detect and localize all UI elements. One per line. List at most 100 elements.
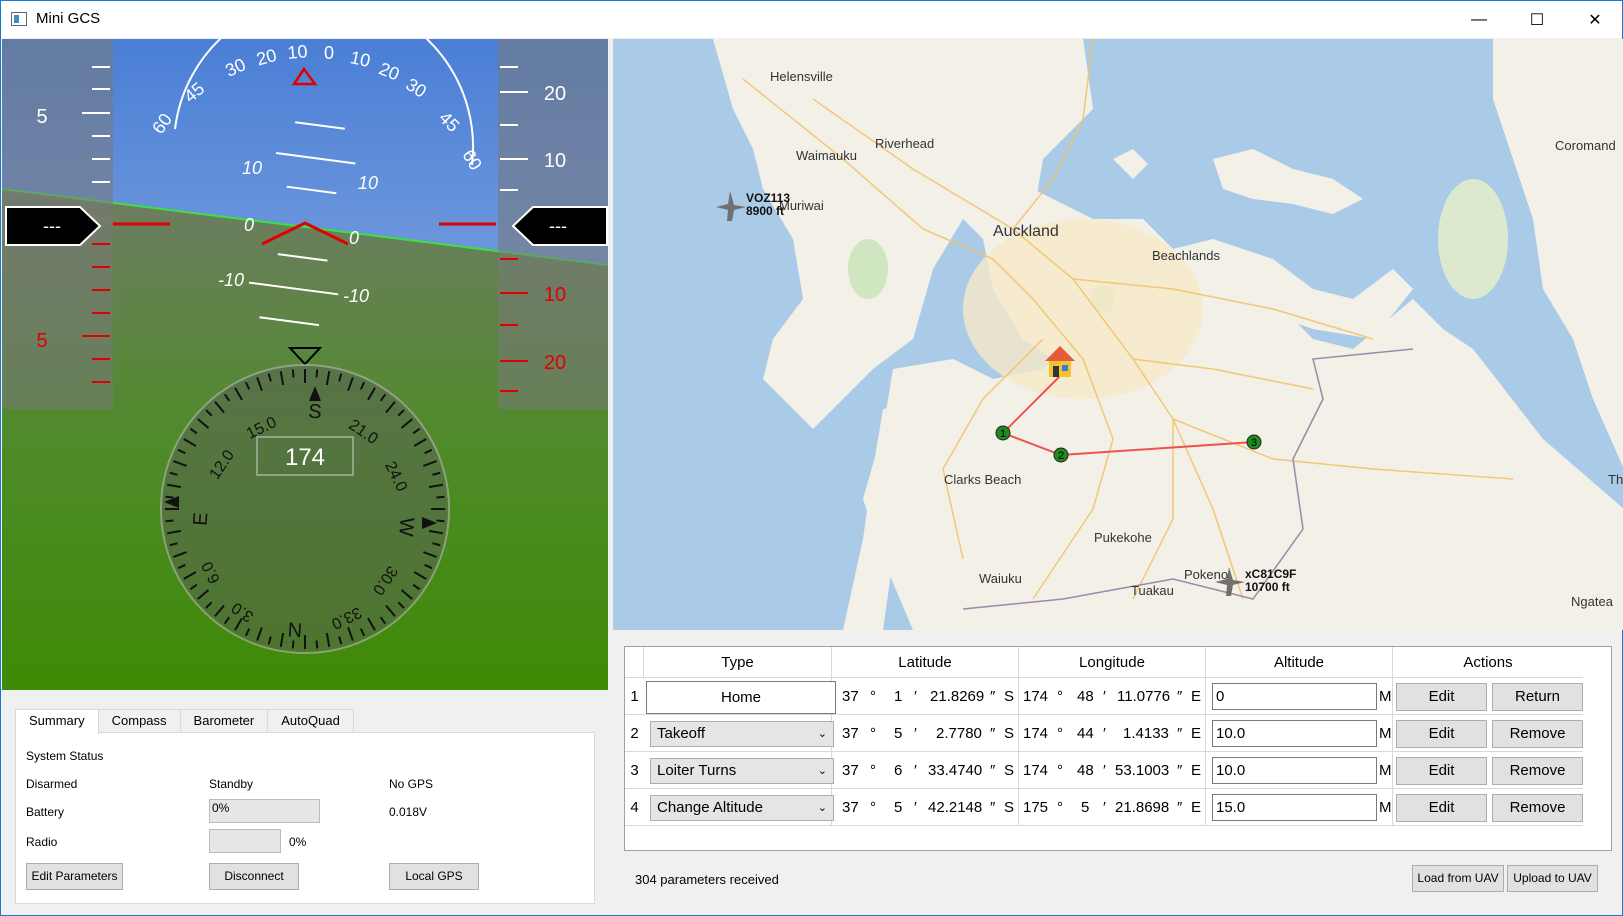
sec-symbol: ″ xyxy=(1177,688,1183,705)
remove-button[interactable]: Remove xyxy=(1492,720,1583,748)
type-dropdown[interactable]: Loiter Turns ⌄ xyxy=(650,758,834,784)
lat-hemisphere[interactable]: S xyxy=(1004,752,1014,789)
actions-cell: Edit Remove xyxy=(1393,789,1583,826)
load-from-uav-button[interactable]: Load from UAV xyxy=(1412,865,1504,892)
remove-button[interactable]: Remove xyxy=(1492,794,1583,822)
min-symbol: ′ xyxy=(1103,725,1106,742)
mission-table: Type Latitude Longitude Altitude Actions… xyxy=(624,646,1612,851)
type-value: Takeoff xyxy=(657,725,706,742)
altitude-input[interactable]: 10.0 xyxy=(1212,757,1377,784)
tab-compass[interactable]: Compass xyxy=(97,709,181,733)
edit-button[interactable]: Edit xyxy=(1396,720,1487,748)
altitude-input[interactable]: 0 xyxy=(1212,683,1377,710)
place-tha: Tha xyxy=(1608,472,1623,487)
lon-degrees[interactable]: 174 xyxy=(1023,752,1048,789)
compass-tick xyxy=(291,369,295,378)
lon-hemisphere[interactable]: E xyxy=(1191,789,1201,826)
left-readout-value: --- xyxy=(43,216,61,236)
lon-minutes[interactable]: 48 xyxy=(1077,678,1094,715)
map-view[interactable]: Helensville Riverhead Waimauku Muriwai A… xyxy=(613,39,1623,630)
row-number: 1 xyxy=(625,678,644,715)
min-symbol: ′ xyxy=(1103,762,1106,779)
lat-hemisphere[interactable]: S xyxy=(1004,678,1014,715)
type-cell: Change Altitude ⌄ xyxy=(644,789,834,826)
altitude-input[interactable]: 10.0 xyxy=(1212,720,1377,747)
place-coromandel: Coromand xyxy=(1555,138,1616,153)
close-button[interactable]: ✕ xyxy=(1566,1,1623,38)
lon-seconds[interactable]: 1.4133 xyxy=(1123,715,1169,752)
tab-autoquad[interactable]: AutoQuad xyxy=(267,709,354,733)
deg-symbol: ° xyxy=(870,762,876,779)
remove-button[interactable]: Remove xyxy=(1492,757,1583,785)
edit-button[interactable]: Edit xyxy=(1396,757,1487,785)
battery-progress: 0% xyxy=(209,799,320,823)
header-type: Type xyxy=(644,647,832,678)
return-button[interactable]: Return xyxy=(1492,683,1583,711)
row-number: 2 xyxy=(625,715,644,752)
altitude-cell: 10.0 M xyxy=(1206,715,1393,752)
tab-barometer[interactable]: Barometer xyxy=(179,709,269,733)
lat-minutes[interactable]: 5 xyxy=(894,789,902,826)
longitude-cell: 174 ° 44 ′ 1.4133 ″ E xyxy=(1019,715,1206,752)
minimize-button[interactable]: — xyxy=(1450,1,1508,38)
tab-summary[interactable]: Summary xyxy=(15,709,99,734)
altitude-cell: 10.0 M xyxy=(1206,752,1393,789)
upload-to-uav-button[interactable]: Upload to UAV xyxy=(1507,865,1598,892)
deg-symbol: ° xyxy=(1057,725,1063,742)
summary-panel: System Status Disarmed Standby No GPS Ba… xyxy=(15,732,595,904)
status-message: 304 parameters received xyxy=(635,872,779,887)
header-altitude: Altitude xyxy=(1206,647,1393,678)
lat-minutes[interactable]: 6 xyxy=(894,752,902,789)
local-gps-button[interactable]: Local GPS xyxy=(389,863,479,890)
lon-degrees[interactable]: 174 xyxy=(1023,715,1048,752)
deg-symbol: ° xyxy=(1057,799,1063,816)
edit-parameters-button[interactable]: Edit Parameters xyxy=(26,863,123,890)
pitch-label-10-left: 10 xyxy=(242,158,262,178)
type-dropdown[interactable]: Takeoff ⌄ xyxy=(650,721,834,747)
longitude-cell: 174 ° 48 ′ 11.0776 ″ E xyxy=(1019,678,1206,715)
edit-button[interactable]: Edit xyxy=(1396,794,1487,822)
lon-hemisphere[interactable]: E xyxy=(1191,752,1201,789)
altitude-cell: 15.0 M xyxy=(1206,789,1393,826)
lat-seconds[interactable]: 2.7780 xyxy=(936,715,982,752)
lon-hemisphere[interactable]: E xyxy=(1191,678,1201,715)
latitude-cell: 37 ° 6 ′ 33.4740 ″ S xyxy=(832,752,1019,789)
lat-degrees[interactable]: 37 xyxy=(842,752,859,789)
lon-hemisphere[interactable]: E xyxy=(1191,715,1201,752)
type-home[interactable]: Home xyxy=(646,681,836,714)
deg-symbol: ° xyxy=(1057,762,1063,779)
min-symbol: ′ xyxy=(1103,799,1106,816)
min-symbol: ′ xyxy=(1103,688,1106,705)
lat-seconds[interactable]: 21.8269 xyxy=(930,678,984,715)
altitude-input[interactable]: 15.0 xyxy=(1212,794,1377,821)
lat-degrees[interactable]: 37 xyxy=(842,715,859,752)
lon-seconds[interactable]: 11.0776 xyxy=(1117,678,1170,715)
lat-minutes[interactable]: 5 xyxy=(894,715,902,752)
lat-hemisphere[interactable]: S xyxy=(1004,715,1014,752)
type-dropdown[interactable]: Change Altitude ⌄ xyxy=(650,795,834,821)
maximize-button[interactable]: ☐ xyxy=(1508,1,1566,38)
disconnect-button[interactable]: Disconnect xyxy=(209,863,299,890)
lon-minutes[interactable]: 48 xyxy=(1077,752,1094,789)
compass-tick xyxy=(291,640,295,649)
compass-rose xyxy=(160,364,450,654)
lon-degrees[interactable]: 174 xyxy=(1023,678,1048,715)
lon-seconds[interactable]: 53.1003 xyxy=(1115,752,1169,789)
lon-degrees[interactable]: 175 xyxy=(1023,789,1048,826)
lat-hemisphere[interactable]: S xyxy=(1004,789,1014,826)
heading-readout-value: 174 xyxy=(285,444,325,471)
lon-minutes[interactable]: 5 xyxy=(1081,789,1089,826)
edit-button[interactable]: Edit xyxy=(1396,683,1487,711)
row-number: 3 xyxy=(625,752,644,789)
lat-degrees[interactable]: 37 xyxy=(842,789,859,826)
compass-label-n: N xyxy=(287,618,303,641)
system-status-label: System Status xyxy=(26,749,104,763)
lat-minutes[interactable]: 1 xyxy=(894,678,902,715)
lon-seconds[interactable]: 21.8698 xyxy=(1115,789,1169,826)
lat-seconds[interactable]: 33.4740 xyxy=(928,752,982,789)
place-pokeno: Pokeno xyxy=(1184,567,1228,582)
lon-minutes[interactable]: 44 xyxy=(1077,715,1094,752)
right-tape-label-20-up: 20 xyxy=(544,83,566,105)
lat-seconds[interactable]: 42.2148 xyxy=(928,789,982,826)
lat-degrees[interactable]: 37 xyxy=(842,678,859,715)
